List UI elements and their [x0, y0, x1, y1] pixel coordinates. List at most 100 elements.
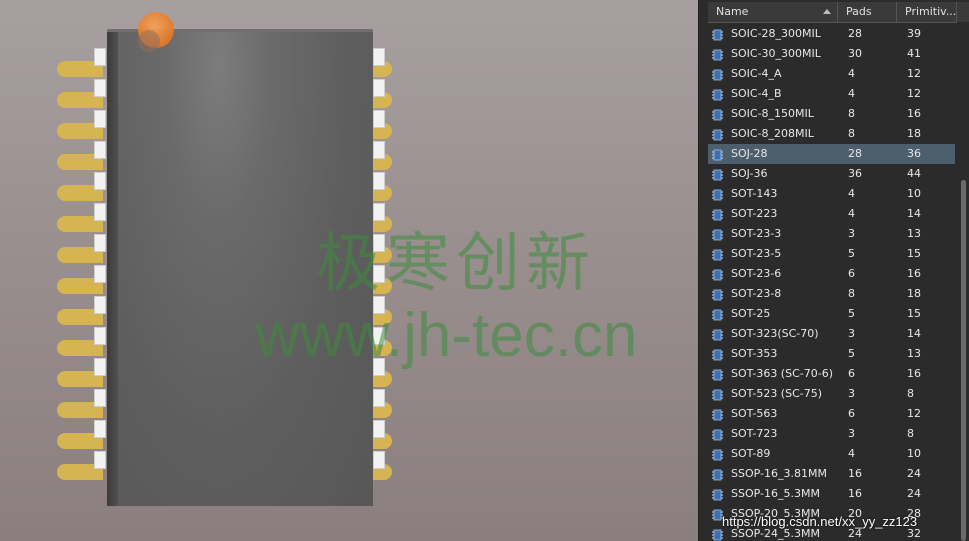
cell-pads: 3 [848, 427, 855, 440]
table-row[interactable]: SOT-23-3 3 13 [708, 224, 955, 244]
ic-lead [373, 79, 385, 97]
footprint-icon [712, 28, 723, 41]
footprint-icon [712, 108, 723, 121]
ic-lead [373, 172, 385, 190]
footprint-icon [712, 288, 723, 301]
blog-url-watermark: https://blog.csdn.net/xx_yy_zz123 [722, 514, 918, 529]
footprint-icon [712, 428, 723, 441]
footprint-icon [712, 408, 723, 421]
column-header-name[interactable]: Name [708, 2, 838, 22]
table-row[interactable]: SOT-89 4 10 [708, 444, 955, 464]
table-row[interactable]: SOT-353 5 13 [708, 344, 955, 364]
footprint-icon [712, 48, 723, 61]
footprint-icon [712, 308, 723, 321]
table-row[interactable]: SOIC-8_208MIL 8 18 [708, 124, 955, 144]
cell-pads: 8 [848, 107, 855, 120]
table-row[interactable]: SOIC-4_A 4 12 [708, 64, 955, 84]
cell-pads: 5 [848, 247, 855, 260]
table-row[interactable]: SOT-563 6 12 [708, 404, 955, 424]
ic-lead [373, 451, 385, 469]
table-row[interactable]: SOT-23-8 8 18 [708, 284, 955, 304]
cell-name: SOJ-28 [731, 147, 768, 160]
cell-primitives: 18 [907, 287, 921, 300]
cell-name: SOT-563 [731, 407, 778, 420]
table-row[interactable]: SOIC-8_150MIL 8 16 [708, 104, 955, 124]
column-header-primitives[interactable]: Primitiv... [897, 2, 957, 22]
cell-name: SOT-723 [731, 427, 778, 440]
footprint-icon [712, 168, 723, 181]
cell-pads: 16 [848, 487, 862, 500]
cell-name: SOT-89 [731, 447, 771, 460]
ic-lead [94, 172, 106, 190]
table-row[interactable]: SOT-143 4 10 [708, 184, 955, 204]
table-row[interactable]: SOT-23-5 5 15 [708, 244, 955, 264]
cell-primitives: 13 [907, 347, 921, 360]
cell-pads: 4 [848, 87, 855, 100]
table-row[interactable]: SOT-523 (SC-75) 3 8 [708, 384, 955, 404]
cell-primitives: 12 [907, 87, 921, 100]
cell-pads: 4 [848, 187, 855, 200]
ic-lead [94, 420, 106, 438]
sort-ascending-icon [823, 9, 831, 14]
cell-name: SOT-23-6 [731, 267, 782, 280]
scrollbar-thumb[interactable] [961, 180, 966, 541]
cell-primitives: 13 [907, 227, 921, 240]
ic-lead [94, 296, 106, 314]
table-row[interactable]: SOT-723 3 8 [708, 424, 955, 444]
table-row[interactable]: SOIC-28_300MIL 28 39 [708, 24, 955, 44]
ic-lead [373, 389, 385, 407]
cell-name: SOT-23-8 [731, 287, 782, 300]
cell-pads: 36 [848, 167, 862, 180]
cell-name: SOT-23-5 [731, 247, 782, 260]
cell-primitives: 18 [907, 127, 921, 140]
cell-primitives: 24 [907, 467, 921, 480]
cell-name: SSOP-16_5.3MM [731, 487, 820, 500]
column-header-pads[interactable]: Pads [838, 2, 897, 22]
footprint-library-panel: Name Pads Primitiv... SOIC-28_300MIL 28 39… [708, 0, 969, 541]
footprint-icon [712, 128, 723, 141]
cell-pads: 5 [848, 347, 855, 360]
column-header-pads-label: Pads [846, 5, 872, 18]
table-row[interactable]: SOT-363 (SC-70-6) 6 16 [708, 364, 955, 384]
cell-name: SOT-523 (SC-75) [731, 387, 823, 400]
cell-primitives: 14 [907, 207, 921, 220]
cell-pads: 28 [848, 27, 862, 40]
cell-pads: 6 [848, 367, 855, 380]
3d-viewport[interactable]: 极寒创新 www.jh-tec.cn [0, 0, 698, 541]
table-row[interactable]: SOT-323(SC-70) 3 14 [708, 324, 955, 344]
table-row[interactable]: SOT-223 4 14 [708, 204, 955, 224]
table-row[interactable]: SSOP-16_3.81MM 16 24 [708, 464, 955, 484]
footprint-icon [712, 468, 723, 481]
footprint-icon [712, 88, 723, 101]
table-row[interactable]: SOT-25 5 15 [708, 304, 955, 324]
cell-name: SOT-25 [731, 307, 771, 320]
cell-pads: 6 [848, 267, 855, 280]
ic-lead [373, 48, 385, 66]
cell-name: SOT-223 [731, 207, 778, 220]
table-row[interactable]: SOIC-4_B 4 12 [708, 84, 955, 104]
table-row[interactable]: SOJ-36 36 44 [708, 164, 955, 184]
ic-lead [94, 48, 106, 66]
cell-name: SOIC-4_A [731, 67, 782, 80]
cell-name: SOT-353 [731, 347, 778, 360]
cell-name: SOIC-30_300MIL [731, 47, 821, 60]
cell-name: SOIC-8_208MIL [731, 127, 814, 140]
ic-lead [94, 141, 106, 159]
ic-lead [94, 110, 106, 128]
ic-lead [94, 358, 106, 376]
cell-pads: 4 [848, 447, 855, 460]
column-header-name-label: Name [716, 5, 749, 18]
ic-lead [94, 234, 106, 252]
table-row[interactable]: SSOP-16_5.3MM 16 24 [708, 484, 955, 504]
table-row[interactable]: SOT-23-6 6 16 [708, 264, 955, 284]
cell-primitives: 8 [907, 427, 914, 440]
cell-name: SOT-363 (SC-70-6) [731, 367, 833, 380]
table-row[interactable]: SOJ-28 28 36 [708, 144, 955, 164]
cell-pads: 4 [848, 207, 855, 220]
table-row[interactable]: SOIC-30_300MIL 30 41 [708, 44, 955, 64]
cell-pads: 8 [848, 127, 855, 140]
cell-name: SOIC-28_300MIL [731, 27, 821, 40]
cell-primitives: 10 [907, 447, 921, 460]
cell-primitives: 8 [907, 387, 914, 400]
cell-primitives: 12 [907, 67, 921, 80]
